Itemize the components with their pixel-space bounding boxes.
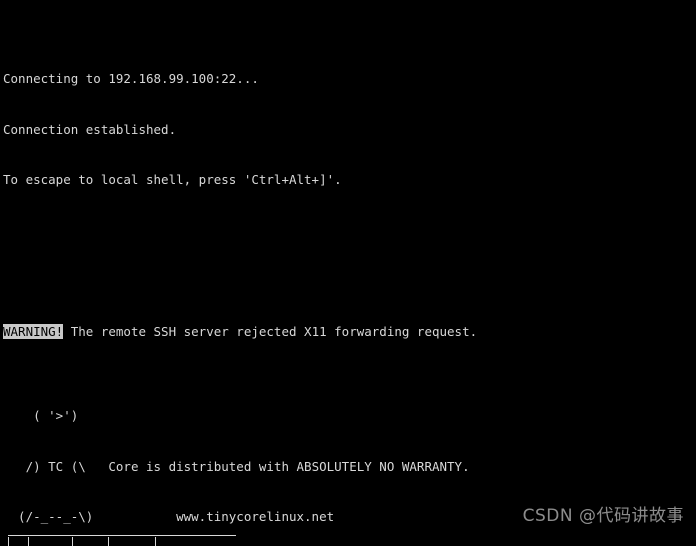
motd-art-line-1: ( '>') — [3, 408, 696, 425]
table-column-divider — [108, 537, 109, 546]
motd-text-2: Core is distributed with ABSOLUTELY NO W… — [85, 458, 470, 474]
motd-art-line-2: /) TC (\ Core is distributed with ABSOLU… — [3, 459, 696, 476]
ssh-established-text: Connection established. — [3, 121, 177, 137]
table-column-divider — [155, 537, 156, 546]
table-top-border — [8, 535, 236, 536]
table-column-divider — [72, 537, 73, 546]
motd-art-2-text: /) TC (\ — [3, 458, 86, 474]
motd-art-3-text: (/-_--_-\) — [3, 509, 94, 525]
warning-message: The remote SSH server rejected X11 forwa… — [63, 324, 478, 340]
ssh-warning-line: WARNING! The remote SSH server rejected … — [3, 324, 696, 341]
terminal-window[interactable]: Connecting to 192.168.99.100:22... Conne… — [0, 0, 696, 546]
ssh-escape-hint-text: To escape to local shell, press 'Ctrl+Al… — [3, 172, 342, 188]
ssh-established-line: Connection established. — [3, 122, 696, 139]
motd-text-3: www.tinycorelinux.net — [93, 509, 335, 525]
table-column-divider — [28, 537, 29, 546]
ssh-connecting-line: Connecting to 192.168.99.100:22... — [3, 71, 696, 88]
motd-art-1-text: ( '>') — [3, 408, 79, 424]
ssh-escape-hint-line: To escape to local shell, press 'Ctrl+Al… — [3, 172, 696, 189]
ssh-connecting-text: Connecting to 192.168.99.100:22... — [3, 71, 259, 87]
warning-badge: WARNING! — [3, 324, 64, 340]
csdn-watermark: CSDN @代码讲故事 — [522, 506, 684, 526]
table-column-divider — [8, 537, 9, 546]
ls-result-table — [8, 535, 236, 546]
